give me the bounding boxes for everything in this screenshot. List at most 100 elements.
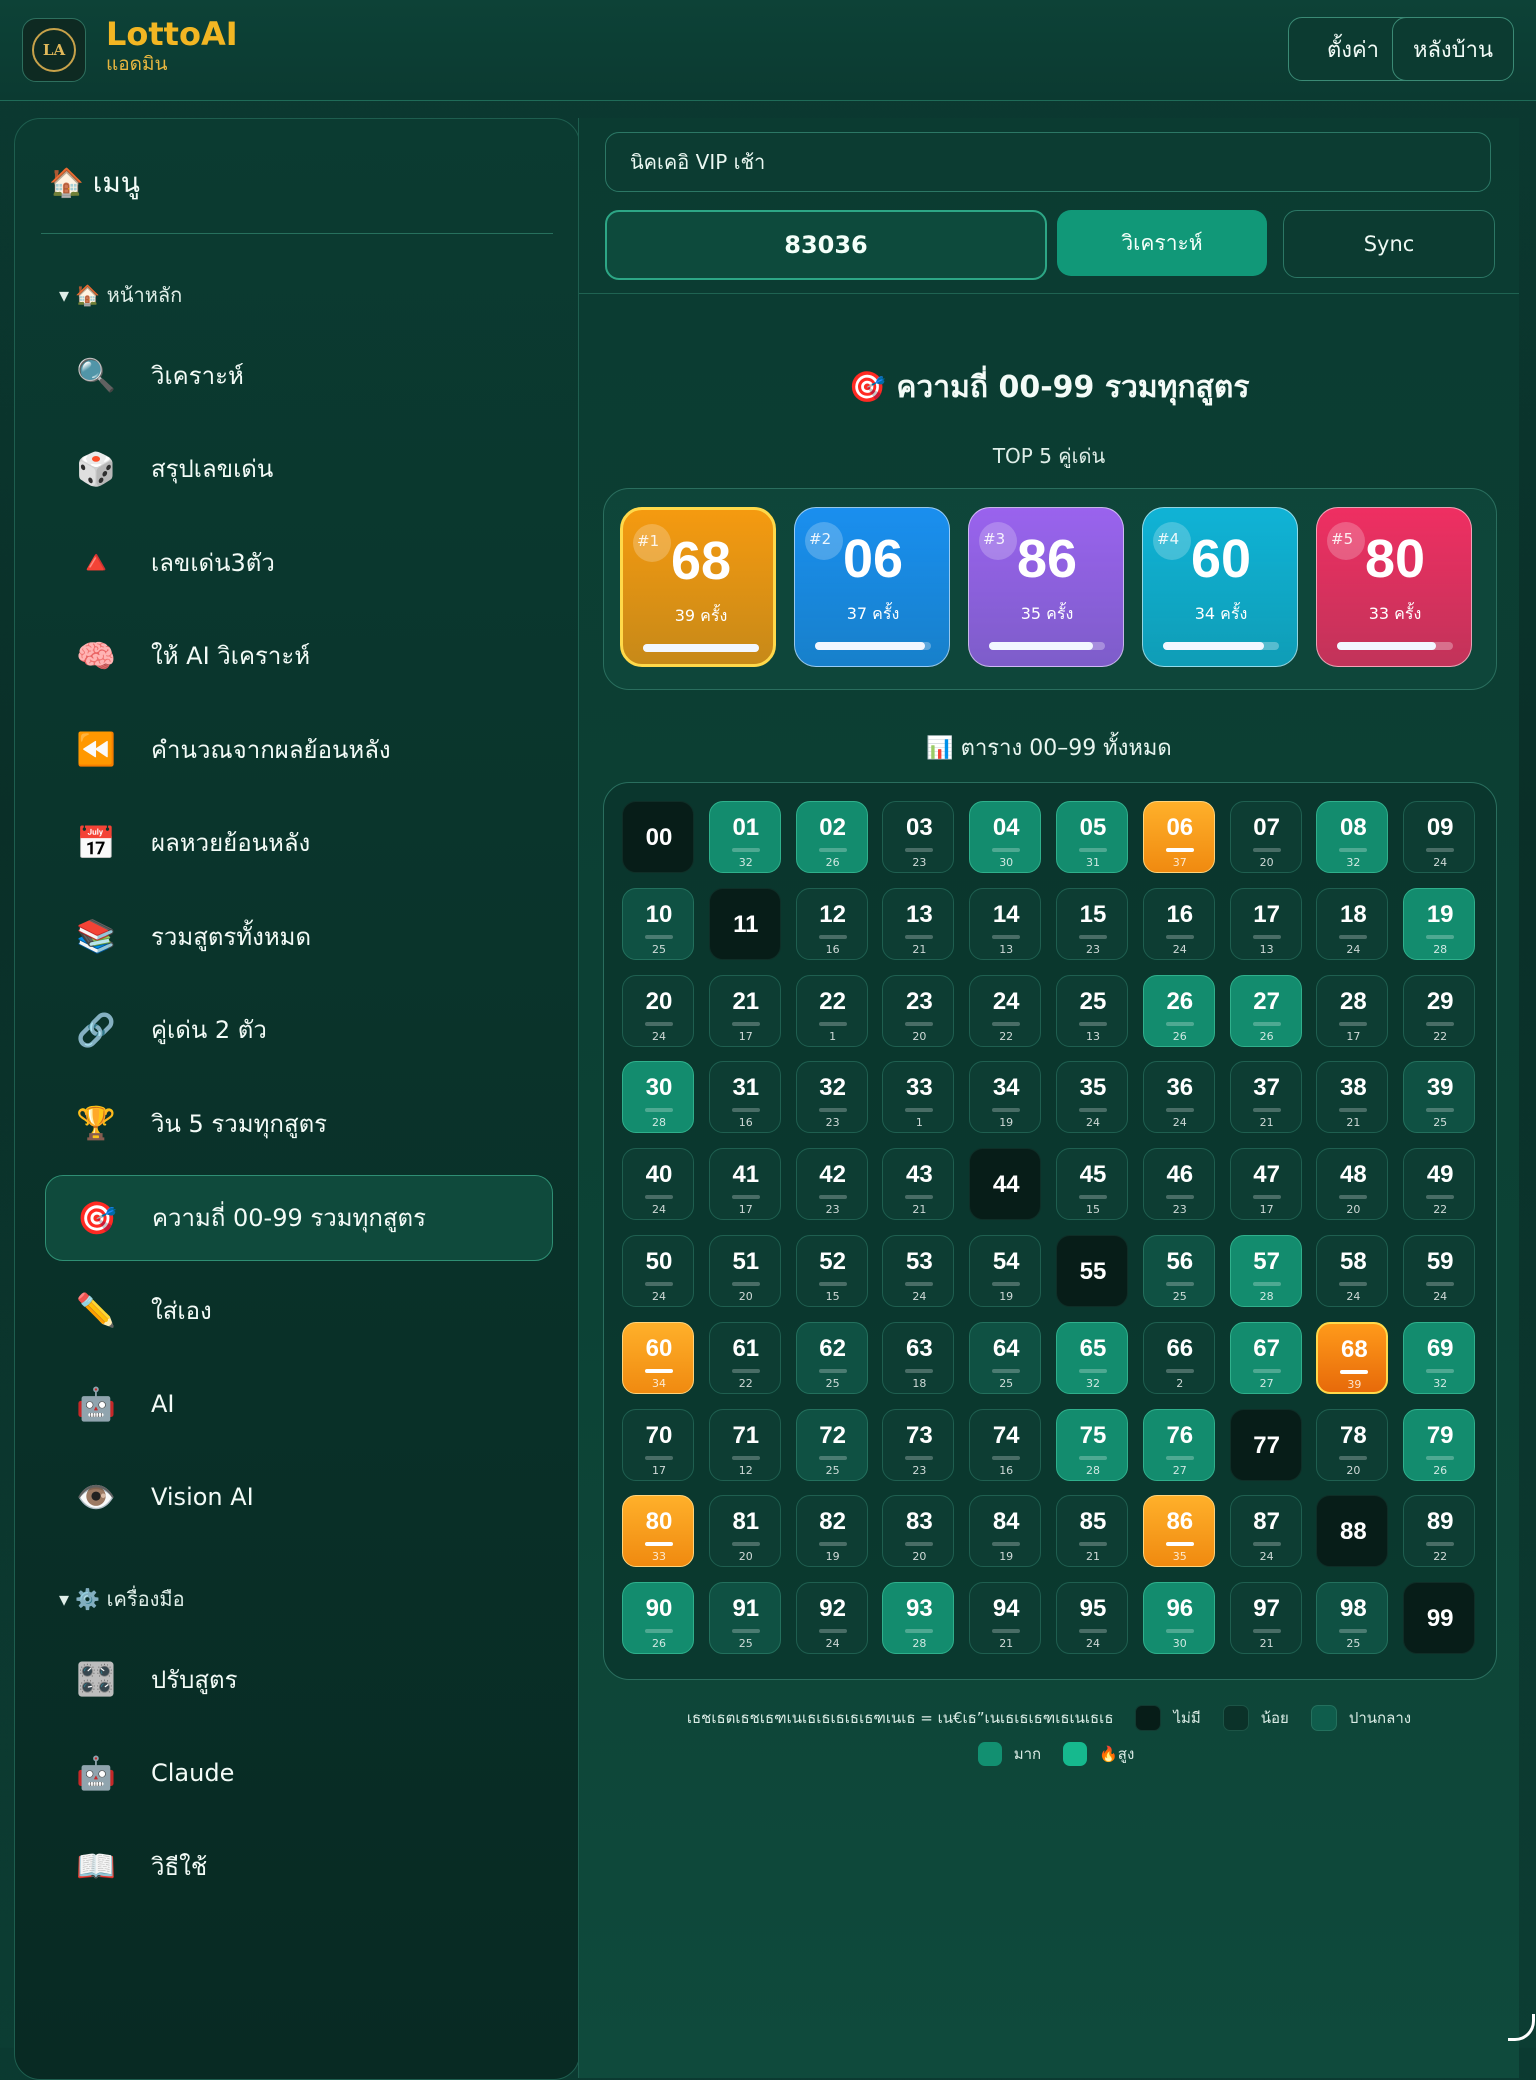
top5-card-3[interactable]: #3 86 35 ครั้ง: [968, 507, 1124, 667]
grid-cell-04[interactable]: 04 30: [969, 801, 1042, 873]
grid-cell-60[interactable]: 60 34: [622, 1321, 694, 1394]
grid-cell-49[interactable]: 49 22: [1403, 1148, 1476, 1221]
grid-cell-30[interactable]: 30 28: [622, 1061, 694, 1134]
grid-cell-35[interactable]: 35 24: [1056, 1061, 1128, 1134]
grid-cell-21[interactable]: 21 17: [708, 974, 781, 1047]
resize-handle-icon[interactable]: [1508, 2014, 1535, 2041]
grid-cell-10[interactable]: 10 25: [622, 887, 694, 960]
grid-cell-92[interactable]: 92 24: [795, 1582, 868, 1655]
grid-cell-41[interactable]: 41 17: [708, 1148, 781, 1221]
grid-cell-34[interactable]: 34 19: [969, 1061, 1042, 1134]
tool-item-0[interactable]: 🎛️ ปรับสูตร: [45, 1637, 551, 1721]
grid-cell-44[interactable]: 44: [969, 1148, 1042, 1221]
grid-cell-08[interactable]: 08 32: [1316, 801, 1389, 873]
grid-cell-55[interactable]: 55: [1056, 1235, 1128, 1307]
main-item-2[interactable]: 🔺 เลขเด่น3ตัว: [45, 520, 551, 604]
grid-cell-67[interactable]: 67 27: [1229, 1321, 1302, 1394]
grid-cell-83[interactable]: 83 20: [882, 1495, 955, 1568]
grid-cell-23[interactable]: 23 20: [882, 974, 955, 1047]
grid-cell-69[interactable]: 69 32: [1403, 1321, 1476, 1394]
lottery-source-select[interactable]: [605, 132, 1491, 192]
grid-cell-42[interactable]: 42 23: [795, 1148, 868, 1221]
grid-cell-52[interactable]: 52 15: [795, 1235, 868, 1307]
grid-cell-81[interactable]: 81 20: [708, 1495, 781, 1568]
top5-card-2[interactable]: #2 06 37 ครั้ง: [794, 507, 950, 667]
grid-cell-77[interactable]: 77: [1229, 1408, 1302, 1481]
grid-cell-53[interactable]: 53 24: [882, 1235, 955, 1307]
grid-cell-47[interactable]: 47 17: [1229, 1148, 1302, 1221]
grid-cell-79[interactable]: 79 26: [1403, 1408, 1476, 1481]
main-item-3[interactable]: 🧠 ให้ AI วิเคราะห์: [45, 614, 551, 698]
grid-cell-12[interactable]: 12 16: [795, 887, 868, 960]
grid-cell-59[interactable]: 59 24: [1403, 1235, 1476, 1307]
app-logo[interactable]: LA: [22, 18, 86, 82]
main-item-9[interactable]: 🎯 ความถี่ 00-99 รวมทุกสูตร: [45, 1174, 553, 1261]
grid-cell-63[interactable]: 63 18: [882, 1321, 955, 1394]
grid-cell-86[interactable]: 86 35: [1142, 1495, 1215, 1568]
main-item-8[interactable]: 🏆 วิน 5 รวมทุกสูตร: [45, 1081, 551, 1165]
grid-cell-00[interactable]: 00: [622, 801, 694, 873]
grid-cell-96[interactable]: 96 30: [1142, 1582, 1215, 1655]
grid-cell-75[interactable]: 75 28: [1056, 1408, 1128, 1481]
section-tools-toggle[interactable]: ▾ ⚙️ เครื่องมือ: [59, 1583, 185, 1615]
grid-cell-27[interactable]: 27 26: [1229, 974, 1302, 1047]
grid-cell-25[interactable]: 25 13: [1056, 974, 1128, 1047]
tool-item-2[interactable]: 📖 วิธีใช้: [45, 1824, 551, 1908]
grid-cell-37[interactable]: 37 21: [1229, 1061, 1302, 1134]
grid-cell-22[interactable]: 22 1: [795, 974, 868, 1047]
grid-cell-51[interactable]: 51 20: [708, 1235, 781, 1307]
grid-cell-57[interactable]: 57 28: [1229, 1235, 1302, 1307]
grid-cell-19[interactable]: 19 28: [1403, 887, 1476, 960]
sync-button[interactable]: Sync: [1283, 210, 1495, 278]
grid-cell-74[interactable]: 74 16: [969, 1408, 1042, 1481]
grid-cell-18[interactable]: 18 24: [1316, 887, 1389, 960]
grid-cell-89[interactable]: 89 22: [1403, 1495, 1476, 1568]
main-item-6[interactable]: 📚 รวมสูตรทั้งหมด: [45, 894, 551, 978]
grid-cell-38[interactable]: 38 21: [1316, 1061, 1389, 1134]
grid-cell-06[interactable]: 06 37: [1142, 801, 1215, 873]
grid-cell-15[interactable]: 15 23: [1056, 887, 1128, 960]
grid-cell-78[interactable]: 78 20: [1316, 1408, 1389, 1481]
grid-cell-17[interactable]: 17 13: [1229, 887, 1302, 960]
grid-cell-94[interactable]: 94 21: [969, 1582, 1042, 1655]
grid-cell-07[interactable]: 07 20: [1229, 801, 1302, 873]
top5-card-5[interactable]: #5 80 33 ครั้ง: [1316, 507, 1472, 667]
grid-cell-33[interactable]: 33 1: [882, 1061, 955, 1134]
main-item-5[interactable]: 📅 ผลหวยย้อนหลัง: [45, 801, 551, 885]
grid-cell-46[interactable]: 46 23: [1142, 1148, 1215, 1221]
top5-card-1[interactable]: #1 68 39 ครั้ง: [620, 507, 776, 667]
grid-cell-43[interactable]: 43 21: [882, 1148, 955, 1221]
grid-cell-97[interactable]: 97 21: [1229, 1582, 1302, 1655]
main-item-12[interactable]: 👁️ Vision AI: [45, 1455, 551, 1539]
grid-cell-31[interactable]: 31 16: [708, 1061, 781, 1134]
grid-cell-66[interactable]: 66 2: [1142, 1321, 1215, 1394]
grid-cell-87[interactable]: 87 24: [1229, 1495, 1302, 1568]
grid-cell-61[interactable]: 61 22: [708, 1321, 781, 1394]
main-item-11[interactable]: 🤖 AI: [45, 1362, 551, 1446]
grid-cell-90[interactable]: 90 26: [622, 1582, 694, 1655]
grid-cell-93[interactable]: 93 28: [882, 1582, 955, 1655]
grid-cell-85[interactable]: 85 21: [1056, 1495, 1128, 1568]
grid-cell-71[interactable]: 71 12: [708, 1408, 781, 1481]
main-item-0[interactable]: 🔍 วิเคราะห์: [45, 333, 551, 417]
analyze-button[interactable]: วิเคราะห์: [1057, 210, 1267, 276]
grid-cell-98[interactable]: 98 25: [1316, 1582, 1389, 1655]
grid-cell-84[interactable]: 84 19: [969, 1495, 1042, 1568]
number-input[interactable]: [605, 210, 1047, 280]
grid-cell-01[interactable]: 01 32: [708, 801, 781, 873]
grid-cell-05[interactable]: 05 31: [1056, 801, 1128, 873]
grid-cell-48[interactable]: 48 20: [1316, 1148, 1389, 1221]
main-item-4[interactable]: ⏪ คำนวณจากผลย้อนหลัง: [45, 707, 551, 791]
grid-cell-54[interactable]: 54 19: [969, 1235, 1042, 1307]
grid-cell-09[interactable]: 09 24: [1403, 801, 1476, 873]
grid-cell-02[interactable]: 02 26: [795, 801, 868, 873]
grid-cell-24[interactable]: 24 22: [969, 974, 1042, 1047]
grid-cell-45[interactable]: 45 15: [1056, 1148, 1128, 1221]
grid-cell-95[interactable]: 95 24: [1056, 1582, 1128, 1655]
grid-cell-56[interactable]: 56 25: [1142, 1235, 1215, 1307]
grid-cell-20[interactable]: 20 24: [622, 974, 694, 1047]
grid-cell-99[interactable]: 99: [1403, 1582, 1476, 1655]
grid-cell-40[interactable]: 40 24: [622, 1148, 694, 1221]
grid-cell-13[interactable]: 13 21: [882, 887, 955, 960]
grid-cell-72[interactable]: 72 25: [795, 1408, 868, 1481]
